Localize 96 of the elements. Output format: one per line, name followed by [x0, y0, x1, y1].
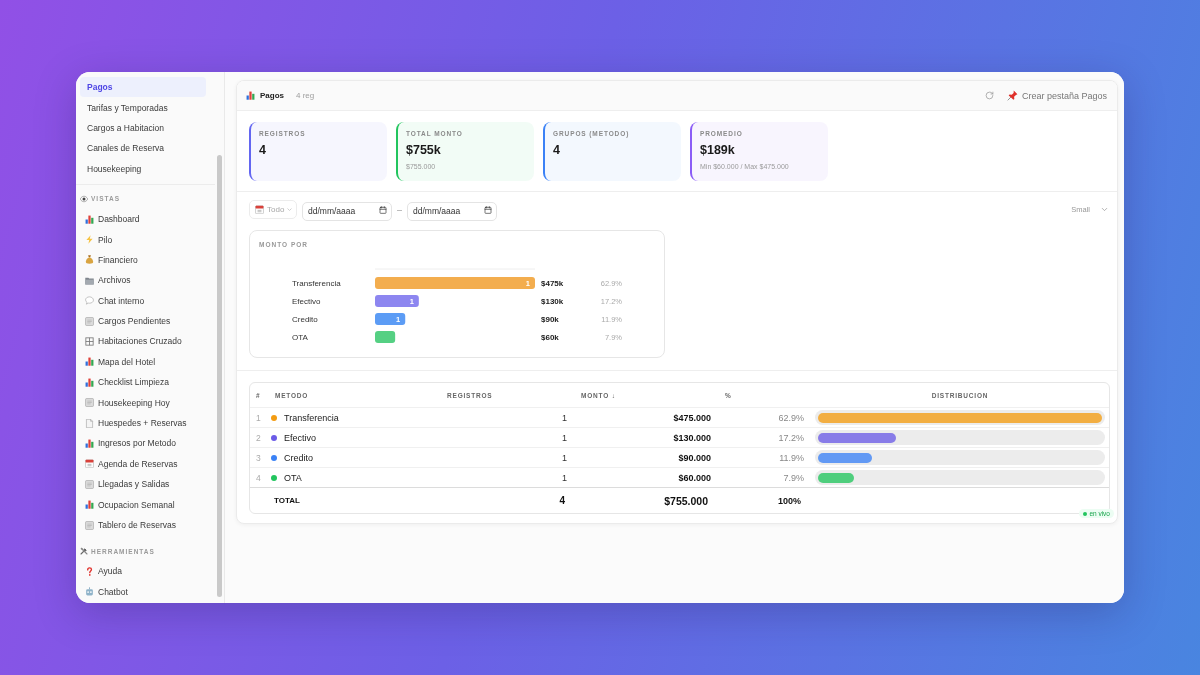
lightning-icon: [85, 235, 94, 245]
method-name: OTA: [284, 472, 302, 483]
bar-label: Transferencia: [292, 279, 341, 288]
method-name: Transferencia: [284, 412, 339, 423]
total-label: TOTAL: [273, 496, 301, 505]
document-icon: [85, 418, 94, 428]
bar-amount: $90k: [541, 315, 559, 324]
notepad-icon: [85, 316, 94, 326]
bar-chart-icon: [85, 377, 94, 387]
record-count: 4 reg: [296, 91, 315, 100]
bar-chart-icon: [85, 500, 94, 510]
refresh-button[interactable]: [984, 91, 994, 100]
table-cell-text: 1: [562, 452, 568, 463]
nav-item[interactable]: Chat interno: [80, 290, 206, 311]
money-bag-icon: [85, 255, 94, 265]
table-cell-text: 1: [562, 412, 568, 423]
table-cell-text: 4: [559, 495, 566, 506]
table-cell-text: $475.000: [673, 412, 712, 423]
pushpin-icon: [1006, 90, 1018, 101]
table-cell-text: 17.2%: [778, 432, 805, 443]
folder-icon: [85, 275, 94, 285]
table-cell-text: 1: [562, 472, 568, 483]
refresh-icon: [984, 91, 994, 100]
nav-item[interactable]: Ingresos por Metodo: [80, 433, 206, 454]
calendar-icon: [85, 459, 94, 469]
range-separator: –: [397, 204, 402, 215]
nav-item[interactable]: Chatbot: [80, 581, 206, 602]
nav-item[interactable]: Cargos a Habitacion: [80, 117, 206, 139]
nav-item[interactable]: Tablero de Reservas: [80, 514, 206, 536]
nav-item[interactable]: Financiero: [80, 249, 206, 271]
nav-item[interactable]: Tarifas y Temporadas: [80, 97, 206, 118]
row-number: 3: [255, 452, 262, 463]
bar-chart-icon: [85, 357, 94, 367]
pin-tab-button[interactable]: Crear pestaña Pagos: [1006, 90, 1107, 101]
row-number: 1: [255, 412, 262, 423]
bar-amount: $475k: [541, 279, 564, 288]
nav-item[interactable]: Ayuda: [80, 561, 206, 582]
row-number: 2: [255, 432, 262, 443]
live-dot-icon: [1083, 511, 1088, 516]
nav-item[interactable]: Pagos: [80, 77, 206, 98]
notepad-icon: [85, 520, 94, 530]
nav-item[interactable]: Dashboard: [80, 208, 206, 230]
nav-item[interactable]: Canales de Reserva: [80, 138, 206, 159]
nav-item[interactable]: Mapa del Hotel: [80, 351, 206, 373]
nav-item[interactable]: Llegadas y Salidas: [80, 474, 206, 495]
tools-icon: [80, 547, 88, 556]
bar-amount: $60k: [541, 333, 559, 342]
nav-item[interactable]: Huespedes + Reservas: [80, 412, 206, 434]
panel-title: Pagos: [260, 91, 284, 100]
bar-amount: $130k: [541, 297, 564, 306]
nav-item[interactable]: Agenda de Reservas: [80, 453, 206, 475]
method-name: Credito: [284, 452, 313, 463]
stat-value: $189k: [700, 143, 736, 157]
row-number: 4: [255, 472, 262, 483]
calendar-icon: [255, 205, 264, 214]
caret-icon: [287, 207, 293, 212]
calendar-icon: [484, 205, 492, 214]
nav-item[interactable]: Cargos Pendientes: [80, 310, 206, 332]
notepad-icon: [85, 398, 94, 408]
nav-item[interactable]: Checklist Limpieza: [80, 372, 206, 393]
nav-item[interactable]: Habitaciones Cruzado: [80, 331, 206, 352]
stat-value: 4: [259, 143, 267, 157]
table-cell-text: 1: [562, 432, 568, 443]
chevron-down-icon: [1100, 205, 1109, 214]
bar-chart-icon: [85, 438, 94, 448]
bar-chart-icon: [85, 214, 94, 224]
nav-item[interactable]: Housekeeping Hoy: [80, 392, 206, 413]
table-cell-text: 62.9%: [778, 412, 805, 423]
date-field[interactable]: dd/mm/aaaa: [407, 201, 497, 221]
notepad-icon: [85, 479, 94, 489]
table-cell-text: 100%: [777, 495, 802, 506]
table-cell-text: 7.9%: [783, 472, 805, 483]
nav-item[interactable]: Pilo: [80, 229, 206, 250]
bar-label: Credito: [292, 315, 318, 324]
method-name: Efectivo: [284, 432, 316, 443]
bar-label: OTA: [292, 333, 308, 342]
question-mark-icon: [85, 566, 94, 576]
calendar-icon: [379, 205, 387, 214]
table-cell-text: $60.000: [678, 472, 712, 483]
date-field[interactable]: dd/mm/aaaa: [302, 201, 392, 221]
nav-item[interactable]: Housekeeping: [80, 158, 206, 179]
eye-icon: [80, 194, 88, 203]
robot-icon: [85, 587, 94, 597]
nav-item[interactable]: Archivos: [80, 270, 206, 291]
scrollbar[interactable]: [217, 155, 222, 597]
speech-bubble-icon: [85, 296, 94, 306]
stat-value: 4: [553, 143, 561, 157]
stat-value: $755k: [406, 143, 442, 157]
table-cell-text: $90.000: [678, 452, 712, 463]
table-cell-text: $130.000: [673, 432, 712, 443]
grid-icon: [85, 337, 94, 346]
bar-chart-icon: [246, 91, 255, 100]
bar-label: Efectivo: [292, 297, 321, 306]
nav-item[interactable]: Ocupacion Semanal: [80, 494, 206, 515]
table-cell-text: $755.000: [664, 494, 709, 507]
table-cell-text: 11.9%: [779, 452, 805, 463]
